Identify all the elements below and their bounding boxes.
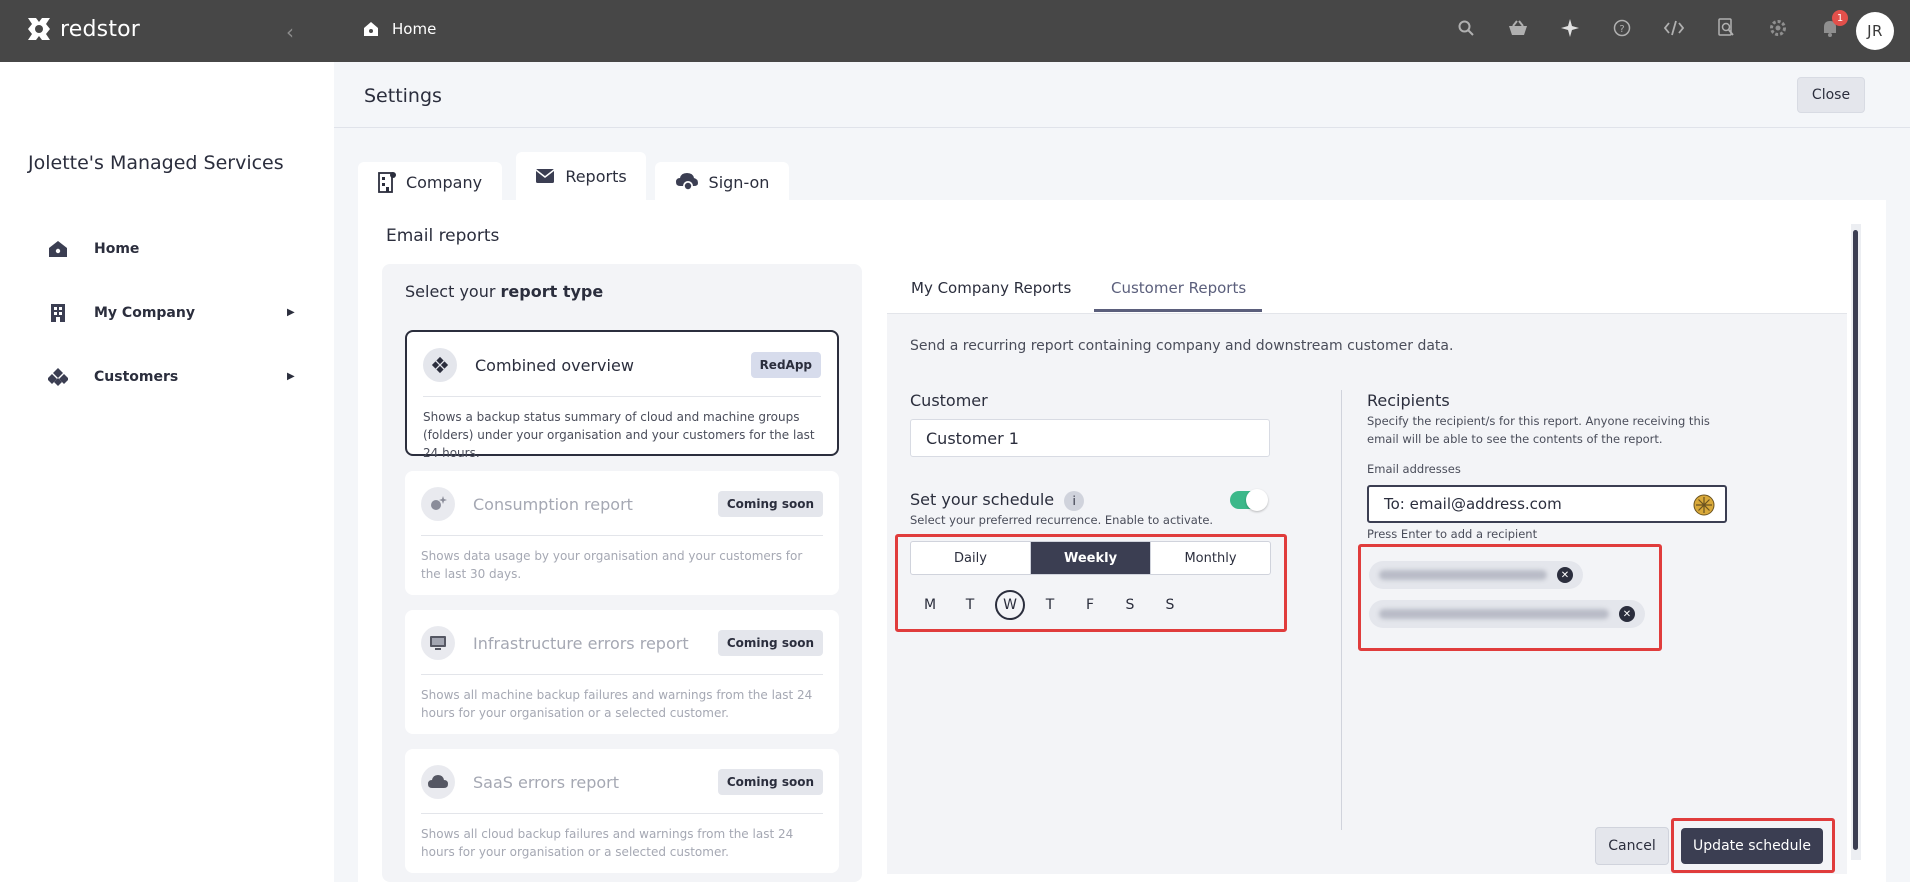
report-card-title: Consumption report bbox=[473, 495, 633, 514]
report-card-description: Shows a backup status summary of cloud a… bbox=[423, 410, 815, 460]
collapse-sidebar-icon[interactable]: ‹ bbox=[286, 20, 294, 44]
email-hint: Press Enter to add a recipient bbox=[1367, 527, 1538, 541]
report-card-description: Shows all machine backup failures and wa… bbox=[421, 688, 813, 720]
gear-icon[interactable] bbox=[1752, 18, 1804, 38]
customers-icon bbox=[423, 348, 457, 382]
customer-label: Customer bbox=[910, 391, 988, 410]
cloud-icon bbox=[421, 765, 455, 799]
chevron-right-icon[interactable]: ▶ bbox=[287, 307, 295, 318]
customer-reports-intro: Send a recurring report containing compa… bbox=[910, 338, 1454, 354]
customers-icon bbox=[48, 367, 68, 387]
help-icon[interactable]: ? bbox=[1596, 19, 1648, 37]
report-type-heading-bold: report type bbox=[500, 282, 604, 301]
sidebar-item-label: My Company bbox=[94, 305, 195, 321]
sparkle-icon[interactable] bbox=[1544, 18, 1596, 38]
avatar[interactable]: JR bbox=[1856, 12, 1894, 50]
toggle-knob bbox=[1246, 489, 1268, 511]
report-card-title: Combined overview bbox=[475, 356, 634, 375]
notification-badge: 1 bbox=[1832, 10, 1848, 26]
tab-company[interactable]: Company bbox=[358, 162, 502, 202]
schedule-toggle[interactable] bbox=[1230, 489, 1268, 511]
email-reports-title: Email reports bbox=[386, 226, 500, 246]
breadcrumb-home: Home bbox=[392, 20, 437, 38]
report-subtabs: My Company Reports Customer Reports bbox=[887, 264, 1847, 314]
divider bbox=[421, 674, 823, 675]
top-bar: redstor ‹ Home ? 1 JR bbox=[0, 0, 1910, 62]
tab-sign-on[interactable]: Sign-on bbox=[655, 162, 789, 202]
divider bbox=[421, 813, 823, 814]
brand-logo[interactable]: redstor bbox=[24, 14, 140, 44]
building-icon bbox=[378, 172, 396, 193]
tab-label: Sign-on bbox=[708, 172, 770, 192]
sidebar-item-label: Customers bbox=[94, 369, 179, 385]
customer-select[interactable]: Customer 1 bbox=[910, 419, 1270, 457]
cancel-button[interactable]: Cancel bbox=[1595, 827, 1669, 865]
breadcrumb[interactable]: Home bbox=[362, 20, 436, 38]
report-card-description: Shows data usage by your organisation an… bbox=[421, 549, 803, 581]
report-card-description: Shows all cloud backup failures and warn… bbox=[421, 827, 794, 859]
page-header: Settings Close bbox=[334, 62, 1910, 128]
schedule-hint: Select your preferred recurrence. Enable… bbox=[910, 513, 1214, 527]
tab-label: Company bbox=[405, 172, 483, 192]
close-button[interactable]: Close bbox=[1797, 77, 1865, 113]
brand-name: redstor bbox=[60, 16, 141, 42]
highlight-box bbox=[1671, 818, 1835, 873]
report-type-heading: Select your report type bbox=[405, 282, 603, 301]
divider bbox=[421, 535, 823, 536]
tab-reports[interactable]: Reports bbox=[516, 152, 646, 200]
cloud-lock-icon bbox=[675, 173, 698, 191]
info-icon[interactable]: i bbox=[1064, 490, 1085, 511]
report-type-heading-prefix: Select your bbox=[405, 282, 501, 301]
tab-customer-reports[interactable]: Customer Reports bbox=[1111, 279, 1246, 297]
status-badge: RedApp bbox=[750, 352, 821, 378]
status-badge: Coming soon bbox=[717, 630, 823, 656]
highlight-box bbox=[1358, 544, 1662, 651]
code-icon[interactable] bbox=[1648, 19, 1700, 37]
email-input[interactable]: To: email@address.com bbox=[1367, 485, 1727, 523]
email-input-placeholder: To: email@address.com bbox=[1384, 495, 1562, 513]
search-icon[interactable] bbox=[1440, 19, 1492, 37]
scrollbar[interactable] bbox=[1851, 224, 1861, 860]
report-card-consumption[interactable]: Consumption report Coming soon Shows dat… bbox=[405, 471, 839, 595]
status-badge: Coming soon bbox=[717, 769, 823, 795]
svg-text:?: ? bbox=[1619, 24, 1624, 35]
schedule-label: Set your schedule i bbox=[910, 490, 1085, 511]
password-manager-icon[interactable] bbox=[1693, 494, 1715, 516]
recipients-description: Specify the recipient/s for this report.… bbox=[1367, 414, 1710, 446]
bell-icon[interactable]: 1 bbox=[1804, 10, 1856, 38]
mail-icon bbox=[535, 169, 555, 183]
chevron-right-icon[interactable]: ▶ bbox=[287, 371, 295, 382]
email-addresses-label: Email addresses bbox=[1367, 462, 1461, 476]
sidebar-item-home[interactable]: Home bbox=[48, 239, 139, 259]
tab-my-company-reports[interactable]: My Company Reports bbox=[911, 279, 1071, 297]
building-icon bbox=[48, 303, 68, 323]
scrollbar-thumb[interactable] bbox=[1853, 230, 1858, 850]
redstor-logo-icon bbox=[28, 18, 50, 40]
report-card-title: Infrastructure errors report bbox=[473, 634, 689, 653]
monitor-icon bbox=[421, 626, 455, 660]
column-divider bbox=[1341, 390, 1342, 830]
schedule-label-text: Set your schedule bbox=[910, 490, 1055, 509]
report-card-saas-errors[interactable]: SaaS errors report Coming soon Shows all… bbox=[405, 749, 839, 873]
active-tab-indicator bbox=[1094, 309, 1262, 312]
report-card-combined-overview[interactable]: Combined overview RedApp Shows a backup … bbox=[405, 330, 839, 460]
org-name: Jolette's Managed Services bbox=[28, 152, 284, 174]
sidebar-item-customers[interactable]: Customers bbox=[48, 367, 178, 387]
report-card-title: SaaS errors report bbox=[473, 773, 620, 792]
sidebar-item-my-company[interactable]: My Company bbox=[48, 303, 195, 323]
divider bbox=[423, 396, 821, 397]
recipients-label: Recipients bbox=[1367, 391, 1450, 410]
sidebar-item-label: Home bbox=[94, 241, 140, 257]
tab-label: Reports bbox=[565, 166, 627, 186]
basket-icon[interactable] bbox=[1492, 19, 1544, 37]
status-badge: Coming soon bbox=[717, 491, 823, 517]
report-card-infrastructure-errors[interactable]: Infrastructure errors report Coming soon… bbox=[405, 610, 839, 734]
highlight-box bbox=[895, 534, 1287, 632]
sparkle-icon bbox=[421, 487, 455, 521]
page-title: Settings bbox=[364, 85, 442, 107]
home-icon bbox=[364, 22, 378, 36]
home-icon bbox=[48, 239, 68, 259]
search-doc-icon[interactable] bbox=[1700, 18, 1752, 38]
sidebar: Jolette's Managed Services Home My Compa… bbox=[0, 62, 334, 882]
